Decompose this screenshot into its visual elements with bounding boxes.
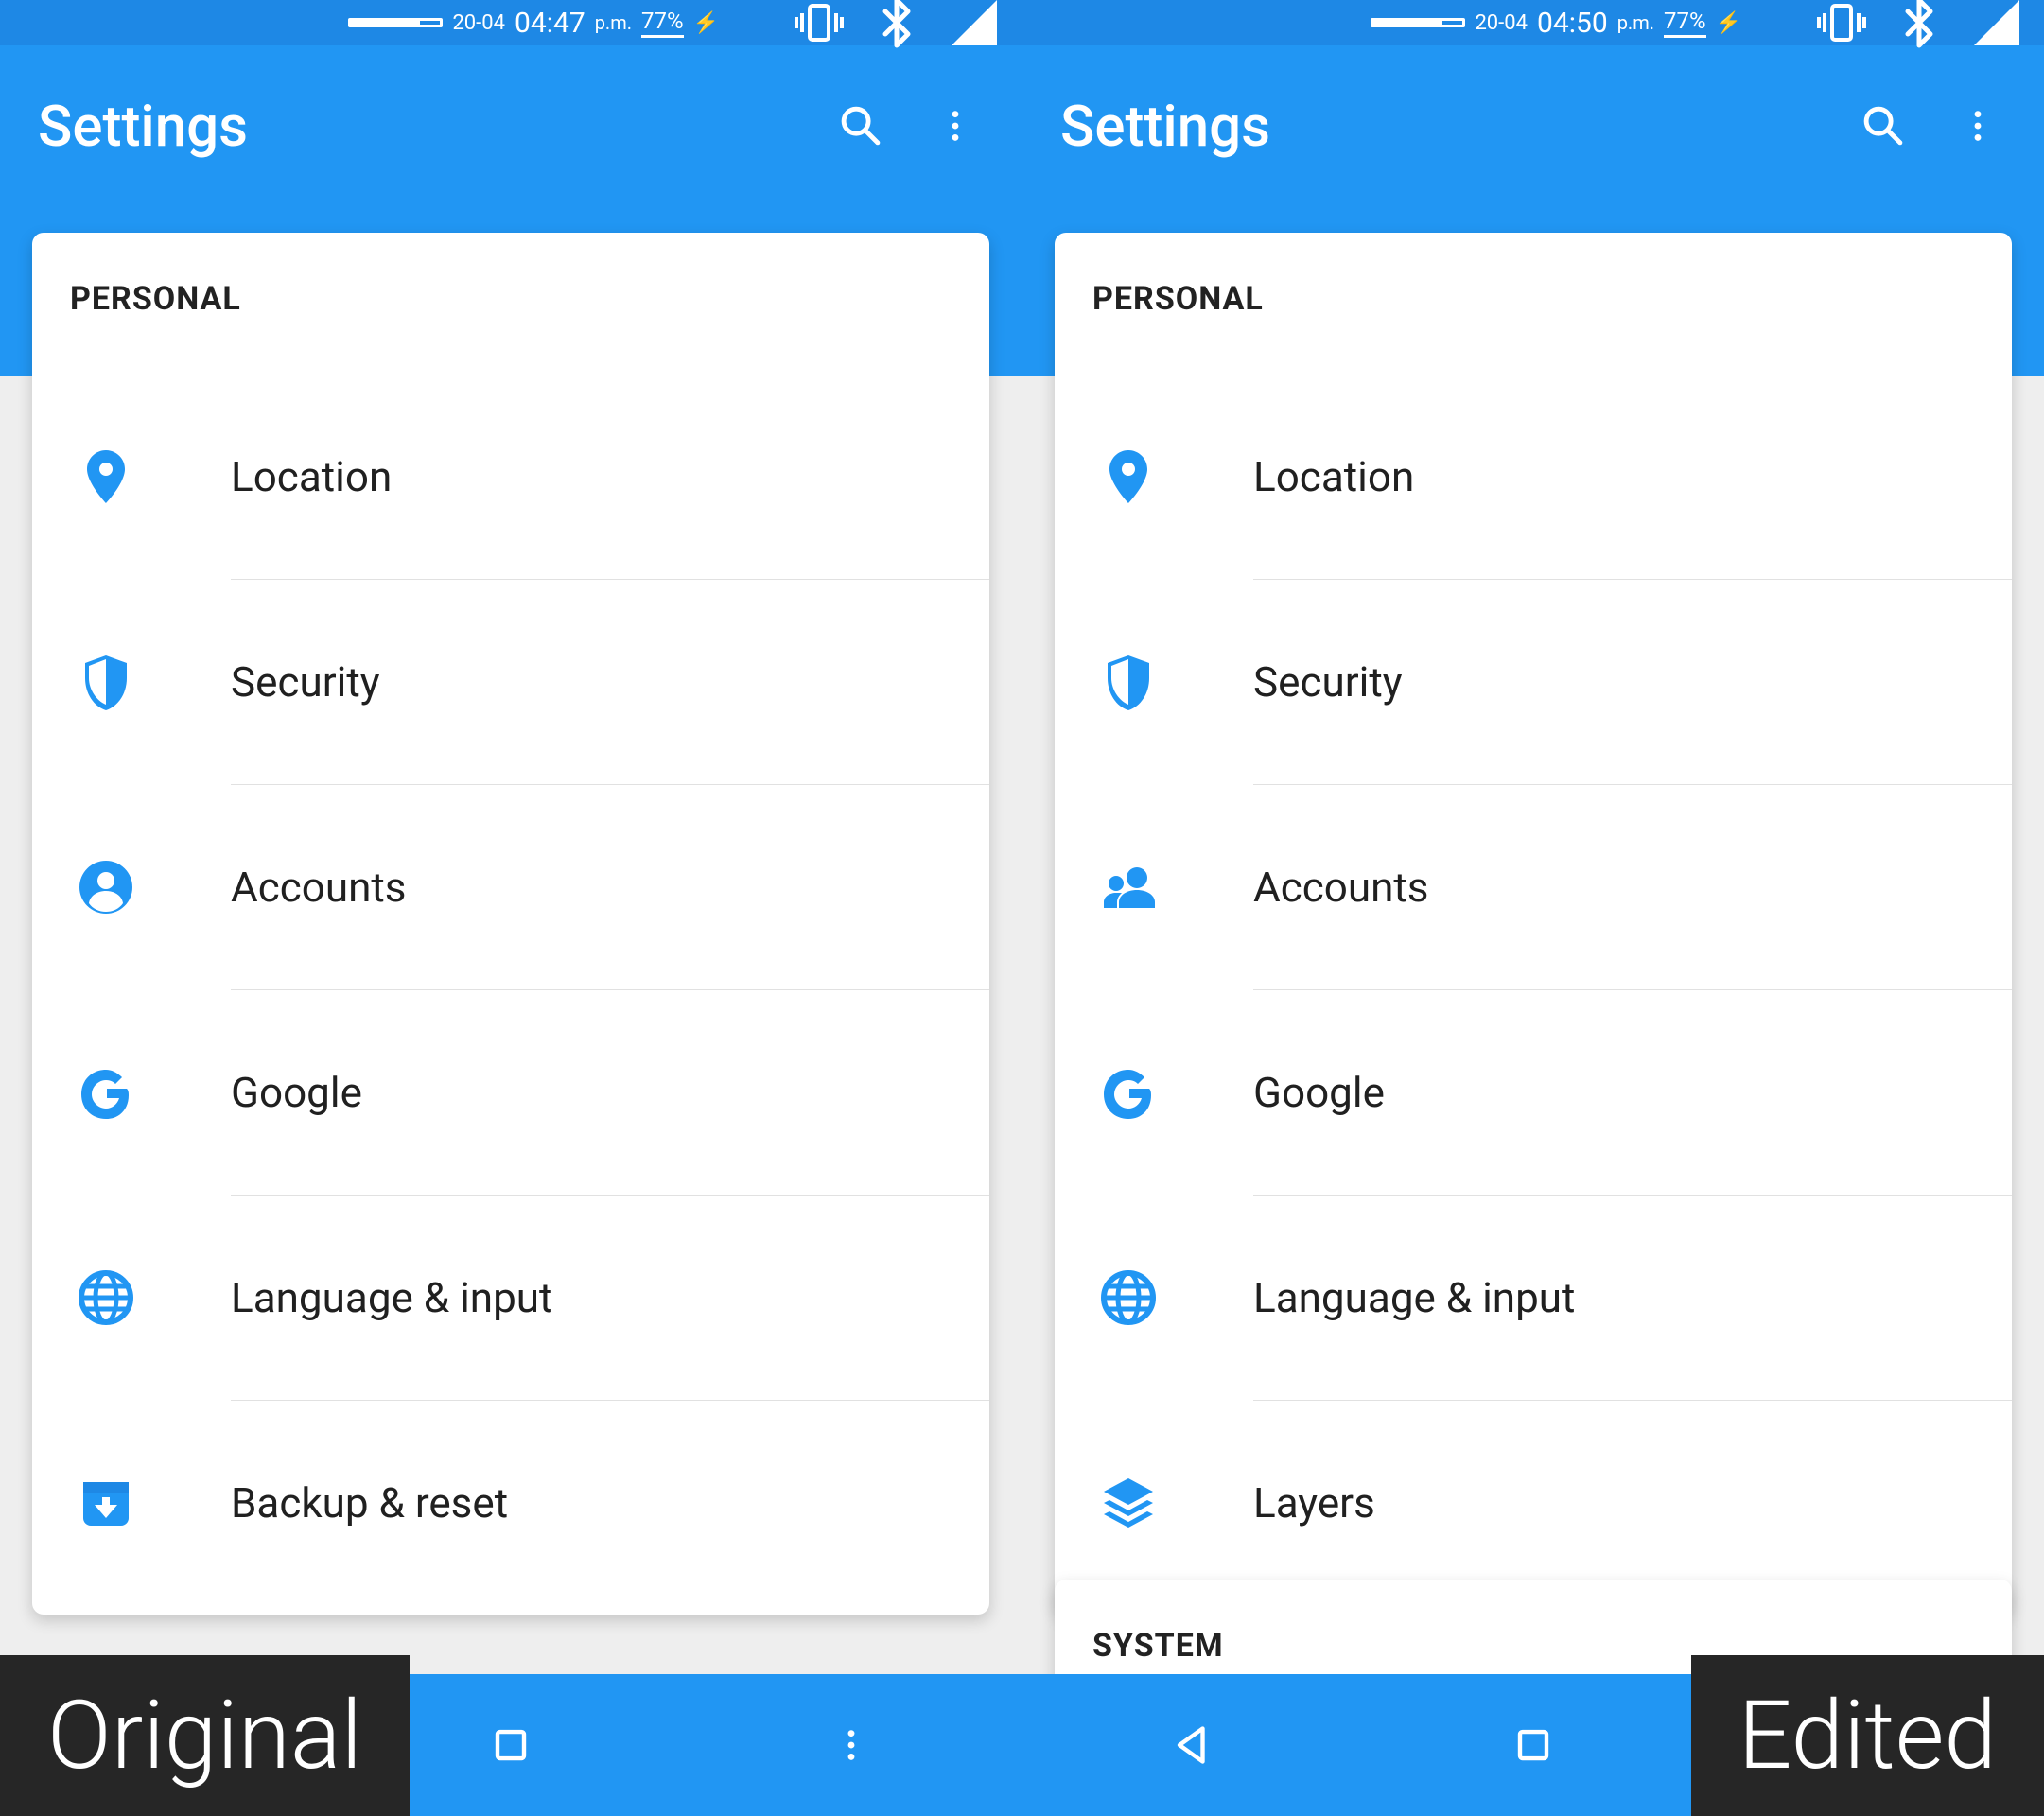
row-label: Google	[231, 1068, 362, 1117]
globe-icon	[76, 1267, 136, 1328]
phone-edited: 20-04 04:50 p.m. 77% ⚡ Settings PERSONAL	[1022, 0, 2044, 1816]
row-label: Language & input	[231, 1273, 552, 1322]
row-label: Accounts	[1253, 863, 1429, 912]
row-label: Accounts	[231, 863, 407, 912]
settings-row-accounts[interactable]: Accounts	[32, 785, 989, 989]
status-battery-pct: 77%	[1664, 8, 1706, 38]
settings-row-layers[interactable]: Layers	[1055, 1401, 2012, 1605]
section-header-personal: PERSONAL	[32, 233, 989, 375]
settings-row-language[interactable]: Language & input	[32, 1196, 989, 1400]
nav-recent-button[interactable]	[1495, 1707, 1571, 1783]
app-bar: Settings	[0, 45, 1022, 206]
settings-row-security[interactable]: Security	[32, 580, 989, 784]
row-label: Layers	[1253, 1478, 1375, 1528]
more-vert-icon	[830, 1724, 872, 1766]
search-icon	[1859, 101, 1908, 150]
globe-icon	[1098, 1267, 1159, 1328]
row-label: Language & input	[1253, 1273, 1575, 1322]
row-label: Security	[231, 657, 380, 707]
status-bar: 20-04 04:47 p.m. 77% ⚡	[0, 0, 1022, 45]
nav-recent-button[interactable]	[473, 1707, 549, 1783]
battery-bar-icon	[348, 18, 443, 27]
archive-down-icon	[76, 1473, 136, 1533]
row-label: Location	[1253, 452, 1414, 501]
charging-icon: ⚡	[1716, 11, 1741, 35]
status-date: 20-04	[452, 11, 505, 35]
square-icon	[484, 1719, 537, 1772]
shield-icon	[76, 652, 136, 712]
search-button[interactable]	[1855, 97, 1912, 154]
search-button[interactable]	[832, 97, 889, 154]
layers-icon	[1098, 1473, 1159, 1533]
location-pin-icon	[1098, 446, 1159, 507]
people-icon	[1098, 857, 1159, 917]
status-bar: 20-04 04:50 p.m. 77% ⚡	[1022, 0, 2044, 45]
person-circle-icon	[76, 857, 136, 917]
phone-original: 20-04 04:47 p.m. 77% ⚡ Settings PERSONAL	[0, 0, 1022, 1816]
google-g-icon	[1098, 1062, 1159, 1123]
status-ampm: p.m.	[595, 11, 632, 34]
status-date: 20-04	[1475, 11, 1528, 35]
settings-row-location[interactable]: Location	[32, 375, 989, 579]
settings-card-personal: PERSONAL Location Security Accounts Goog…	[1055, 233, 2012, 1615]
settings-row-accounts[interactable]: Accounts	[1055, 785, 2012, 989]
caption-edited: Edited	[1691, 1655, 2044, 1816]
page-title: Settings	[38, 93, 795, 160]
signal-icon	[1966, 0, 2027, 53]
settings-row-location[interactable]: Location	[1055, 375, 2012, 579]
settings-row-security[interactable]: Security	[1055, 580, 2012, 784]
google-g-icon	[76, 1062, 136, 1123]
row-label: Backup & reset	[231, 1478, 508, 1528]
row-label: Security	[1253, 657, 1403, 707]
nav-back-button[interactable]	[1155, 1707, 1231, 1783]
charging-icon: ⚡	[693, 11, 719, 35]
settings-row-google[interactable]: Google	[32, 990, 989, 1195]
shield-icon	[1098, 652, 1159, 712]
row-label: Google	[1253, 1068, 1385, 1117]
caption-original: Original	[0, 1655, 410, 1816]
more-vert-icon	[1957, 105, 1999, 147]
vibrate-icon	[789, 0, 849, 53]
status-battery-pct: 77%	[641, 8, 684, 38]
status-ampm: p.m.	[1617, 11, 1654, 34]
section-header-system: SYSTEM	[1092, 1627, 1224, 1665]
app-bar: Settings	[1022, 45, 2044, 206]
search-icon	[836, 101, 885, 150]
settings-row-language[interactable]: Language & input	[1055, 1196, 2012, 1400]
settings-card-personal: PERSONAL Location Security Accounts Goog…	[32, 233, 989, 1615]
settings-row-backup[interactable]: Backup & reset	[32, 1401, 989, 1605]
overflow-menu-button[interactable]	[927, 97, 984, 154]
battery-bar-icon	[1371, 18, 1465, 27]
row-label: Location	[231, 452, 392, 501]
more-vert-icon	[935, 105, 976, 147]
location-pin-icon	[76, 446, 136, 507]
status-time: 04:47	[515, 7, 585, 40]
vibrate-icon	[1811, 0, 1872, 53]
bluetooth-icon	[866, 0, 927, 53]
overflow-menu-button[interactable]	[1949, 97, 2006, 154]
status-time: 04:50	[1537, 7, 1608, 40]
nav-menu-button[interactable]	[813, 1707, 889, 1783]
signal-icon	[944, 0, 1005, 53]
page-title: Settings	[1060, 93, 1817, 160]
back-triangle-icon	[1166, 1719, 1219, 1772]
section-header-personal: PERSONAL	[1055, 233, 2012, 375]
bluetooth-icon	[1889, 0, 1949, 53]
square-icon	[1507, 1719, 1560, 1772]
settings-row-google[interactable]: Google	[1055, 990, 2012, 1195]
